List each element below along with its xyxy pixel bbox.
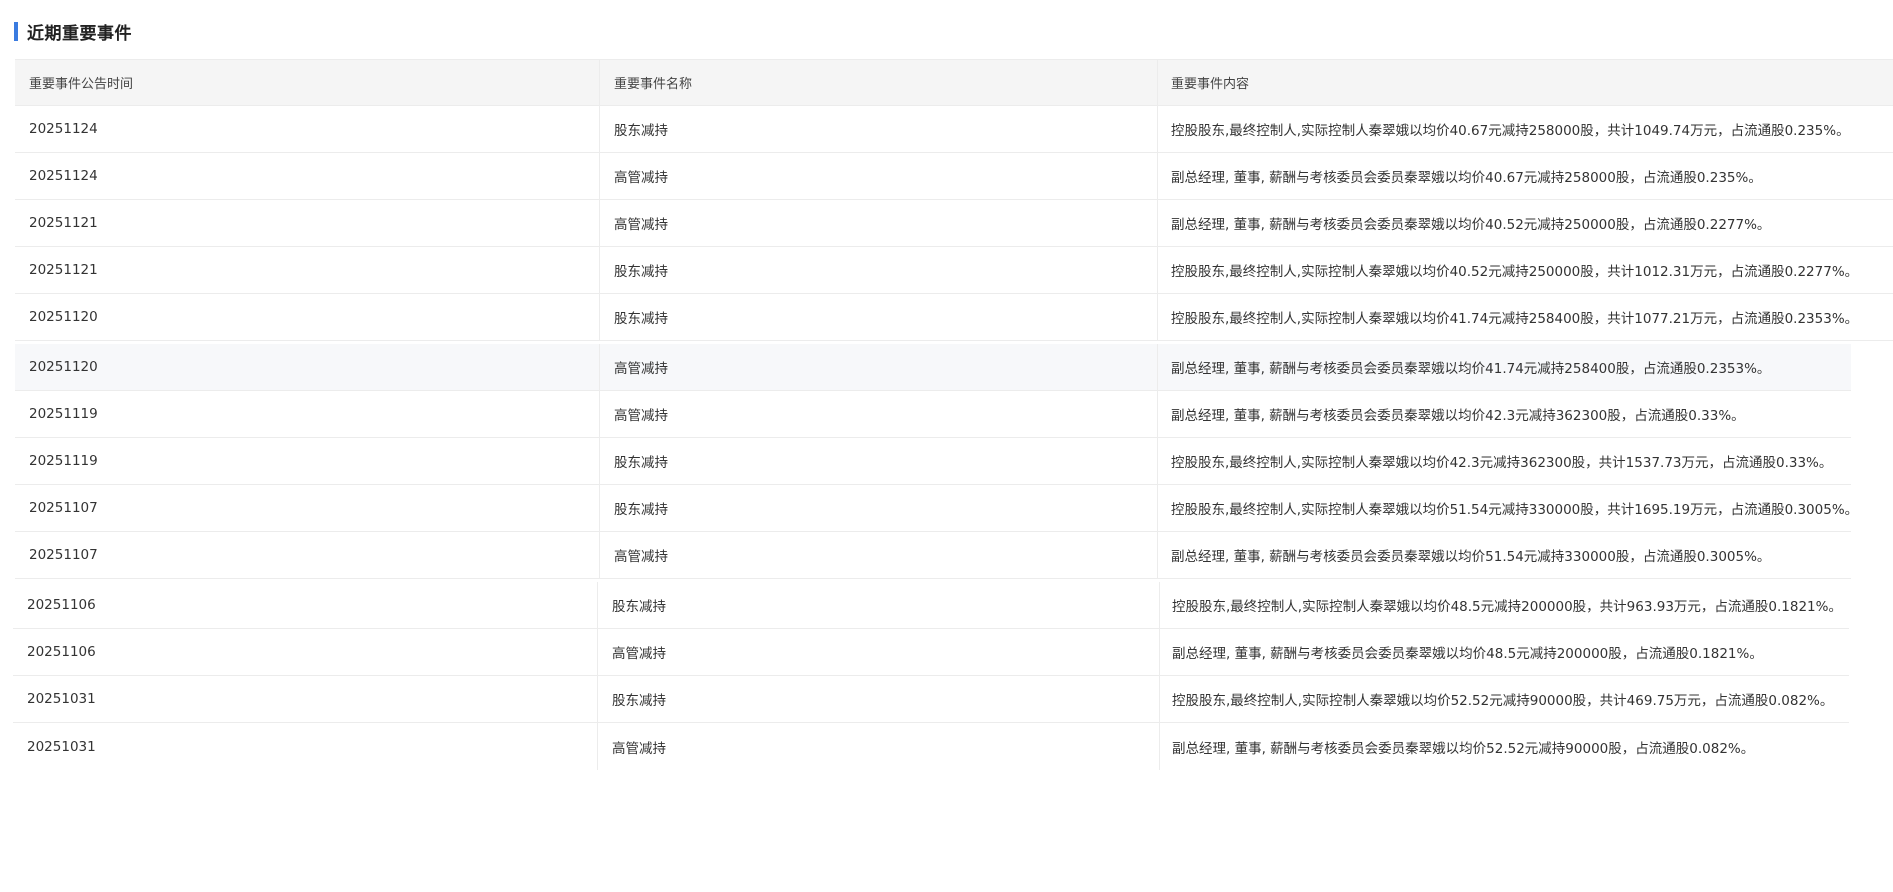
header-event-content: 重要事件内容 (1171, 77, 1250, 92)
event-name-cell: 高管减持 (600, 391, 1158, 437)
event-name-cell: 股东减持 (600, 485, 1158, 531)
section-title-accent-bar (14, 21, 18, 41)
event-name-cell: 股东减持 (600, 247, 1158, 293)
event-content-cell: 控股股东,最终控制人,实际控制人秦翠娥以均价41.74元减持258400股，共计… (1171, 311, 1859, 327)
table-row: 20251124 高管减持 副总经理, 董事, 薪酬与考核委员会委员秦翠娥以均价… (15, 153, 1893, 200)
event-date-cell: 20251107 (15, 485, 600, 531)
event-date-cell: 20251121 (15, 200, 600, 246)
event-date-cell: 20251107 (15, 532, 600, 578)
event-name-cell: 股东减持 (600, 294, 1158, 340)
section-header: 近期重要事件 (14, 20, 132, 44)
event-content-cell: 控股股东,最终控制人,实际控制人秦翠娥以均价51.54元减持330000股，共计… (1171, 502, 1851, 518)
event-name-cell: 股东减持 (600, 438, 1158, 484)
event-date-cell: 20251124 (15, 153, 600, 199)
event-date-cell: 20251106 (13, 582, 598, 628)
table-row: 20251107 股东减持 控股股东,最终控制人,实际控制人秦翠娥以均价51.5… (15, 485, 1851, 532)
event-content-cell: 控股股东,最终控制人,实际控制人秦翠娥以均价48.5元减持200000股，共计9… (1172, 599, 1842, 615)
event-date-cell: 20251124 (15, 106, 600, 152)
table-row: 20251119 高管减持 副总经理, 董事, 薪酬与考核委员会委员秦翠娥以均价… (15, 391, 1851, 438)
event-date-cell: 20251120 (15, 344, 600, 390)
table-row: 20251120 高管减持 副总经理, 董事, 薪酬与考核委员会委员秦翠娥以均价… (15, 344, 1851, 391)
event-content-cell: 副总经理, 董事, 薪酬与考核委员会委员秦翠娥以均价40.52元减持250000… (1171, 217, 1771, 233)
table-row: 20251121 股东减持 控股股东,最终控制人,实际控制人秦翠娥以均价40.5… (15, 247, 1893, 294)
event-date-cell: 20251119 (15, 391, 600, 437)
events-table: 重要事件公告时间 重要事件名称 重要事件内容 20251124 股东减持 控股股… (13, 59, 1893, 770)
table-row: 20251031 高管减持 副总经理, 董事, 薪酬与考核委员会委员秦翠娥以均价… (13, 723, 1849, 770)
table-row: 20251120 股东减持 控股股东,最终控制人,实际控制人秦翠娥以均价41.7… (15, 294, 1893, 341)
event-name-cell: 高管减持 (600, 200, 1158, 246)
event-date-cell: 20251106 (13, 629, 598, 675)
event-content-cell: 副总经理, 董事, 薪酬与考核委员会委员秦翠娥以均价41.74元减持258400… (1171, 361, 1771, 377)
header-event-name: 重要事件名称 (600, 60, 1158, 105)
event-content-cell: 控股股东,最终控制人,实际控制人秦翠娥以均价42.3元减持362300股，共计1… (1171, 455, 1833, 471)
event-content-cell: 副总经理, 董事, 薪酬与考核委员会委员秦翠娥以均价42.3元减持362300股… (1171, 408, 1745, 424)
event-name-cell: 高管减持 (600, 153, 1158, 199)
header-announcement-date: 重要事件公告时间 (15, 60, 600, 105)
table-row: 20251121 高管减持 副总经理, 董事, 薪酬与考核委员会委员秦翠娥以均价… (15, 200, 1893, 247)
event-name-cell: 股东减持 (600, 106, 1158, 152)
table-row: 20251106 股东减持 控股股东,最终控制人,实际控制人秦翠娥以均价48.5… (13, 582, 1849, 629)
table-row: 20251106 高管减持 副总经理, 董事, 薪酬与考核委员会委员秦翠娥以均价… (13, 629, 1849, 676)
section-title: 近期重要事件 (27, 23, 132, 44)
table-header-row: 重要事件公告时间 重要事件名称 重要事件内容 (15, 59, 1893, 106)
event-date-cell: 20251120 (15, 294, 600, 340)
table-row: 20251119 股东减持 控股股东,最终控制人,实际控制人秦翠娥以均价42.3… (15, 438, 1851, 485)
event-name-cell: 高管减持 (600, 532, 1158, 578)
event-name-cell: 高管减持 (600, 344, 1158, 390)
table-row: 20251031 股东减持 控股股东,最终控制人,实际控制人秦翠娥以均价52.5… (13, 676, 1849, 723)
event-name-cell: 股东减持 (598, 676, 1160, 722)
event-name-cell: 高管减持 (598, 629, 1160, 675)
event-content-cell: 副总经理, 董事, 薪酬与考核委员会委员秦翠娥以均价51.54元减持330000… (1171, 549, 1771, 565)
table-row: 20251107 高管减持 副总经理, 董事, 薪酬与考核委员会委员秦翠娥以均价… (15, 532, 1851, 579)
event-date-cell: 20251031 (13, 676, 598, 722)
event-content-cell: 副总经理, 董事, 薪酬与考核委员会委员秦翠娥以均价40.67元减持258000… (1171, 170, 1762, 186)
event-date-cell: 20251119 (15, 438, 600, 484)
event-content-cell: 控股股东,最终控制人,实际控制人秦翠娥以均价52.52元减持90000股，共计4… (1172, 693, 1834, 709)
event-content-cell: 副总经理, 董事, 薪酬与考核委员会委员秦翠娥以均价52.52元减持90000股… (1172, 740, 1755, 757)
event-name-cell: 股东减持 (598, 582, 1160, 628)
table-row: 20251124 股东减持 控股股东,最终控制人,实际控制人秦翠娥以均价40.6… (15, 106, 1893, 153)
event-content-cell: 副总经理, 董事, 薪酬与考核委员会委员秦翠娥以均价48.5元减持200000股… (1172, 646, 1763, 662)
event-date-cell: 20251121 (15, 247, 600, 293)
event-date-cell: 20251031 (13, 723, 598, 770)
event-content-cell: 控股股东,最终控制人,实际控制人秦翠娥以均价40.52元减持250000股，共计… (1171, 264, 1859, 280)
event-name-cell: 高管减持 (598, 723, 1160, 770)
event-content-cell: 控股股东,最终控制人,实际控制人秦翠娥以均价40.67元减持258000股，共计… (1171, 123, 1850, 139)
